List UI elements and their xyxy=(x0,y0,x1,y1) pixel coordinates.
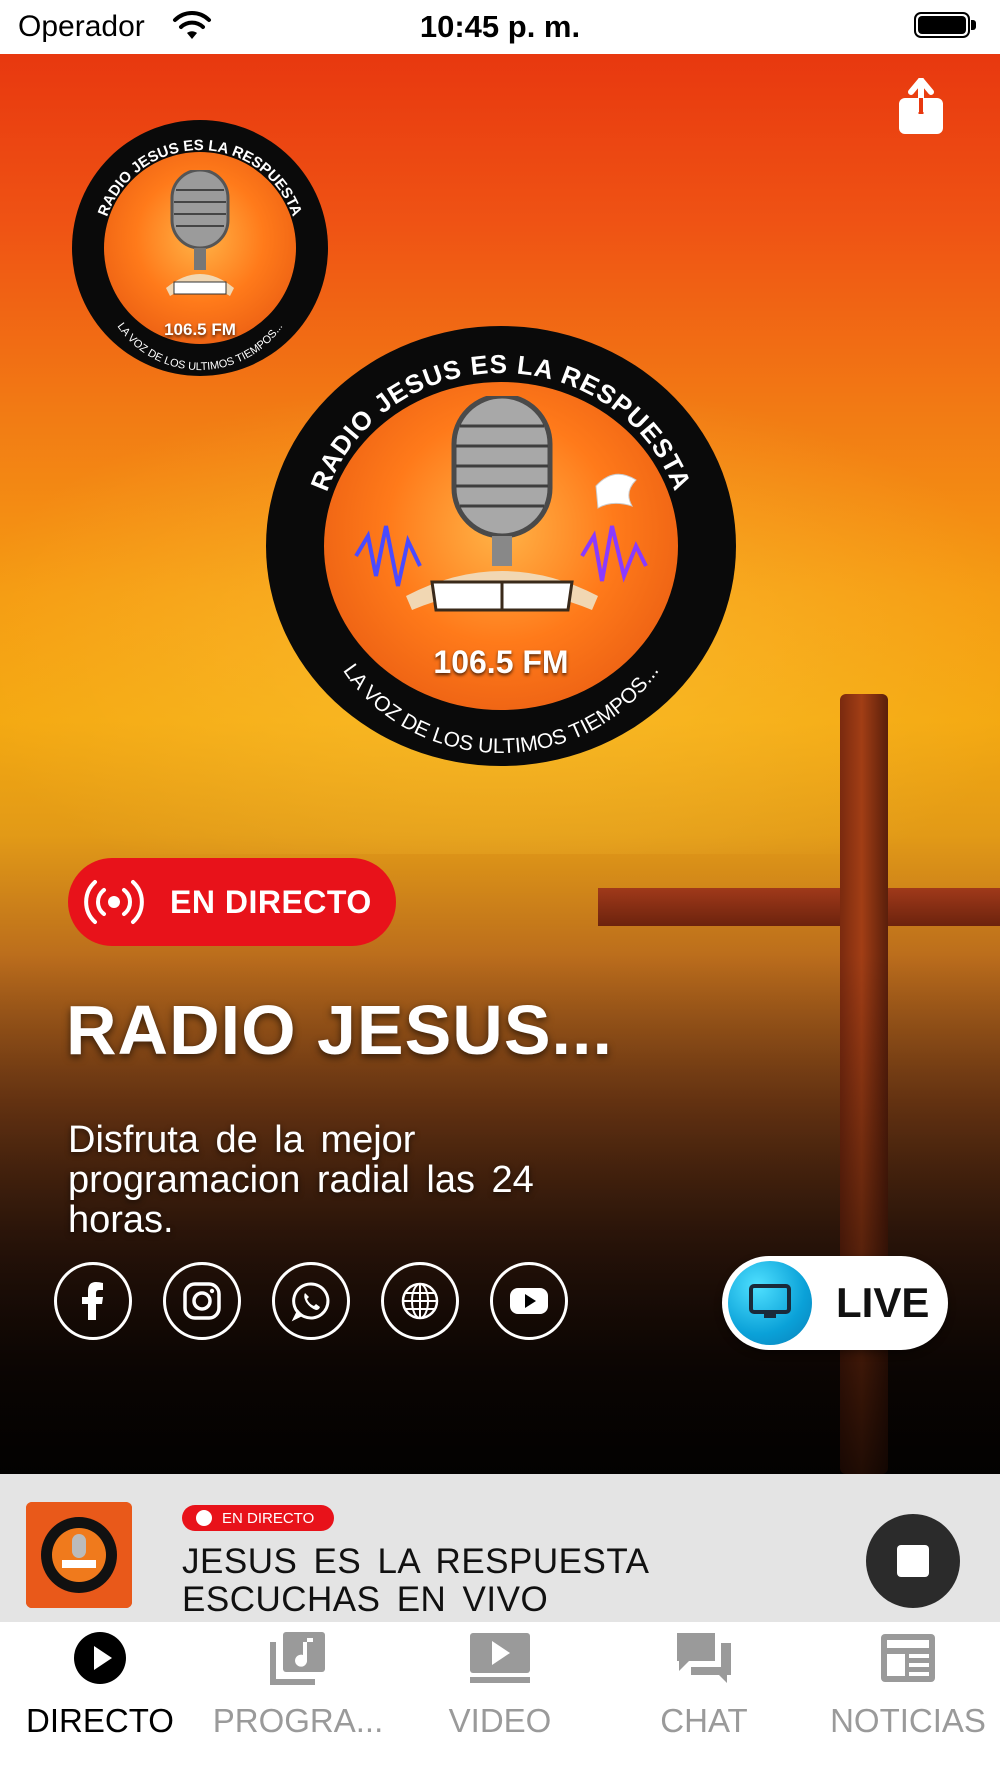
video-play-icon xyxy=(470,1633,530,1683)
now-playing-live-badge: EN DIRECTO xyxy=(182,1505,334,1531)
facebook-icon[interactable] xyxy=(54,1262,132,1340)
tab-bar: DIRECTO PROGRA... VIDEO CHAT NOTICIAS xyxy=(0,1622,1000,1778)
tab-directo[interactable]: DIRECTO xyxy=(0,1622,200,1778)
microphone-icon xyxy=(354,396,648,612)
now-playing-artwork xyxy=(26,1502,132,1608)
status-time: 10:45 p. m. xyxy=(419,9,581,44)
tab-label-chat: CHAT xyxy=(660,1702,748,1739)
tab-label-programacion: PROGRA... xyxy=(212,1702,384,1739)
youtube-icon[interactable] xyxy=(490,1262,568,1340)
now-playing-title: JESUS ES LA RESPUESTA xyxy=(182,1542,650,1581)
now-playing-bar[interactable]: EN DIRECTO JESUS ES LA RESPUESTA ESCUCHA… xyxy=(0,1474,1000,1622)
newspaper-icon xyxy=(881,1634,935,1682)
logo-frequency-large: 106.5 FM xyxy=(433,644,569,680)
tab-label-directo: DIRECTO xyxy=(26,1702,174,1739)
whatsapp-icon[interactable] xyxy=(272,1262,350,1340)
live-badge-label: EN DIRECTO xyxy=(170,883,372,920)
station-title: RADIO JESUS... xyxy=(66,991,613,1069)
tab-video[interactable]: VIDEO xyxy=(400,1622,600,1778)
tab-chat[interactable]: CHAT xyxy=(604,1622,804,1778)
tab-noticias[interactable]: NOTICIAS xyxy=(808,1622,1000,1778)
status-bar: Operador 10:45 p. m. xyxy=(0,0,1000,54)
broadcast-icon xyxy=(84,880,144,924)
live-tv-label: LIVE xyxy=(836,1279,930,1326)
tab-label-noticias: NOTICIAS xyxy=(830,1702,986,1739)
battery-icon xyxy=(914,12,970,38)
now-playing-badge-label: EN DIRECTO xyxy=(222,1509,315,1527)
tv-icon xyxy=(728,1261,812,1345)
stop-button[interactable] xyxy=(866,1514,960,1608)
play-circle-icon xyxy=(74,1632,126,1684)
live-status-badge[interactable]: EN DIRECTO xyxy=(68,858,396,946)
now-playing-subtitle: ESCUCHAS EN VIVO xyxy=(182,1580,549,1619)
station-logo-large: RADIO JESUS ES LA RESPUESTA LA VOZ DE LO… xyxy=(266,326,736,766)
tab-label-video: VIDEO xyxy=(448,1702,552,1739)
share-icon[interactable] xyxy=(896,78,946,136)
cross-image xyxy=(598,888,1000,926)
chat-bubbles-icon xyxy=(677,1633,731,1683)
station-description: Disfruta de la mejor programacion radial… xyxy=(68,1119,534,1241)
stop-icon xyxy=(897,1545,929,1577)
instagram-icon[interactable] xyxy=(163,1262,241,1340)
social-links xyxy=(54,1262,568,1340)
microphone-icon xyxy=(166,170,234,296)
live-tv-button[interactable]: LIVE xyxy=(722,1256,948,1350)
globe-icon[interactable] xyxy=(381,1262,459,1340)
tab-programacion[interactable]: PROGRA... xyxy=(198,1622,398,1778)
live-dot-icon xyxy=(196,1510,212,1526)
music-note-icon xyxy=(270,1632,325,1685)
hero-background: RADIO JESUS ES LA RESPUESTA LA VOZ DE LO… xyxy=(0,54,1000,1474)
